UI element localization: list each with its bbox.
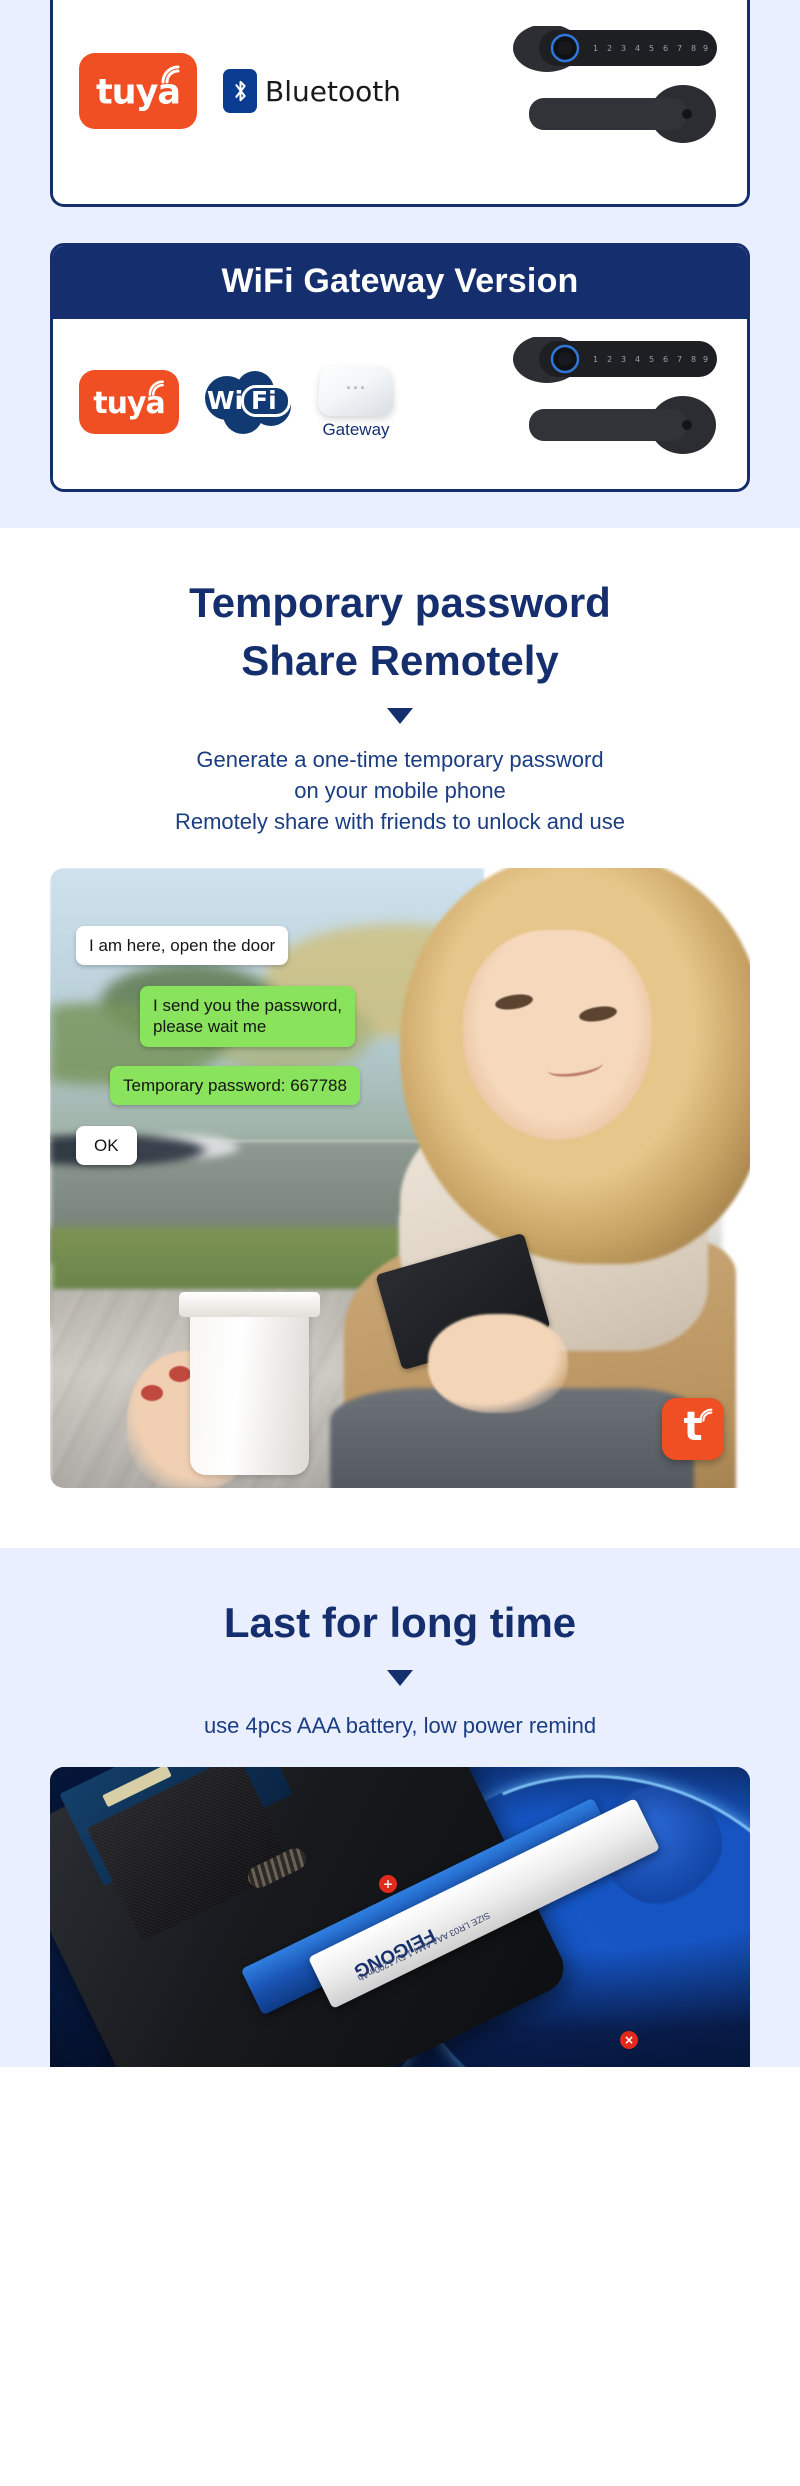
battery-life-section: Last for long time use 4pcs AAA battery,… [0, 1547, 800, 2067]
door-lock-illustration: 123 456 789 [513, 335, 717, 454]
svg-text:6: 6 [663, 44, 668, 53]
battery-compartment-photo: FEIGONG SIZE LR03 AAA AM4 1.5V 1200mAh +… [50, 1766, 750, 2067]
wifi-cloud-icon: Wi Fi [197, 366, 301, 438]
svg-text:7: 7 [677, 355, 682, 364]
woman-hand [428, 1314, 568, 1414]
svg-text:2: 2 [607, 355, 612, 364]
subtitle-line-3: Remotely share with friends to unlock an… [174, 809, 625, 835]
battery-positive-marker: + [379, 1874, 397, 1893]
wifi-brand-slot: tuya Wi Fi Gateway [79, 364, 511, 440]
tuya-badge-wave-icon [699, 1408, 713, 1422]
svg-text:8: 8 [691, 355, 696, 364]
tuya-app-badge-icon: t [662, 1397, 724, 1460]
subtitle-line-2: on your mobile phone [294, 778, 506, 804]
wifi-logo-glyph: Wi Fi [205, 371, 291, 434]
svg-text:4: 4 [635, 44, 640, 53]
coffee-cup [190, 1307, 309, 1476]
gateway-device: Gateway [317, 364, 395, 440]
svg-text:7: 7 [677, 44, 682, 53]
chat-bubble-outgoing: I send you the password, please wait me [140, 985, 356, 1048]
svg-text:4: 4 [635, 355, 640, 364]
gateway-label: Gateway [322, 420, 390, 439]
bluetooth-brand-slot: tuya Bluetooth [79, 53, 511, 129]
svg-text:Wi: Wi [207, 386, 243, 415]
temporary-password-photo: I am here, open the door I send you the … [50, 867, 750, 1488]
bluetooth-card-body: tuya Bluetooth 1 2 3 4 5 6 7 8 9 [53, 0, 747, 204]
svg-text:5: 5 [649, 44, 654, 53]
smart-door-lock-image: 123 456 789 [511, 24, 721, 156]
svg-text:1: 1 [593, 355, 598, 364]
version-cards-band: tuya Bluetooth 1 2 3 4 5 6 7 8 9 WiFi Ga… [0, 0, 800, 528]
tuya-wave-icon [161, 65, 180, 84]
bluetooth-brand: Bluetooth [223, 69, 401, 113]
wifi-card-title: WiFi Gateway Version [53, 246, 747, 319]
gateway-device-icon [317, 365, 395, 417]
product-detail-page: tuya Bluetooth 1 2 3 4 5 6 7 8 9 WiFi Ga… [0, 0, 800, 2067]
temporary-password-section: Temporary password Share Remotely Genera… [0, 528, 800, 1548]
subtitle-line-1: Generate a one-time temporary password [196, 746, 604, 772]
tuya-logo-icon: tuya [79, 370, 179, 434]
bluetooth-label: Bluetooth [265, 74, 401, 108]
bluetooth-version-card: tuya Bluetooth 1 2 3 4 5 6 7 8 9 [50, 0, 750, 207]
temporary-password-subtitle: Generate a one-time temporary password o… [0, 744, 800, 838]
title-line-1: Temporary password [189, 579, 611, 626]
fingernail [141, 1384, 164, 1401]
svg-text:9: 9 [703, 44, 708, 53]
svg-text:3: 3 [621, 355, 626, 364]
battery-section-subtitle: use 4pcs AAA battery, low power remind [0, 1710, 800, 1741]
svg-text:1: 1 [593, 44, 598, 53]
tuya-wave-icon [148, 380, 164, 396]
svg-text:3: 3 [621, 44, 626, 53]
svg-text:2: 2 [607, 44, 612, 53]
svg-text:9: 9 [703, 355, 708, 364]
smart-door-lock-image: 123 456 789 [511, 335, 721, 467]
triangle-down-icon [387, 707, 413, 724]
chat-bubble-ok: OK [76, 1125, 137, 1166]
battery-subtitle-text: use 4pcs AAA battery, low power remind [203, 1712, 597, 1738]
wifi-card-body: tuya Wi Fi Gateway 1 2 3 4 5 6 7 8 9 [53, 319, 747, 489]
temporary-password-title: Temporary password Share Remotely [0, 574, 800, 690]
woman-face [463, 929, 652, 1141]
cards-gap [0, 207, 800, 243]
triangle-down-icon [387, 1669, 413, 1686]
coffee-cup-lid [178, 1292, 321, 1318]
bluetooth-glyph [234, 80, 246, 102]
wifi-gateway-version-card: WiFi Gateway Version tuya Wi Fi Gateway … [50, 243, 750, 492]
battery-title-text: Last for long time [223, 1598, 577, 1646]
svg-text:Fi: Fi [251, 386, 277, 415]
svg-text:8: 8 [691, 44, 696, 53]
chat-bubble-password: Temporary password: 667788 [110, 1065, 360, 1106]
svg-text:6: 6 [663, 355, 668, 364]
svg-text:5: 5 [649, 355, 654, 364]
bluetooth-icon [223, 69, 257, 113]
tuya-logo-icon: tuya [79, 53, 197, 129]
battery-negative-marker: × [620, 2030, 638, 2049]
door-lock-illustration: 123 456 789 [513, 24, 717, 143]
title-line-2: Share Remotely [241, 636, 559, 684]
chat-bubble-incoming: I am here, open the door [76, 925, 289, 966]
battery-section-title: Last for long time [0, 1594, 800, 1652]
